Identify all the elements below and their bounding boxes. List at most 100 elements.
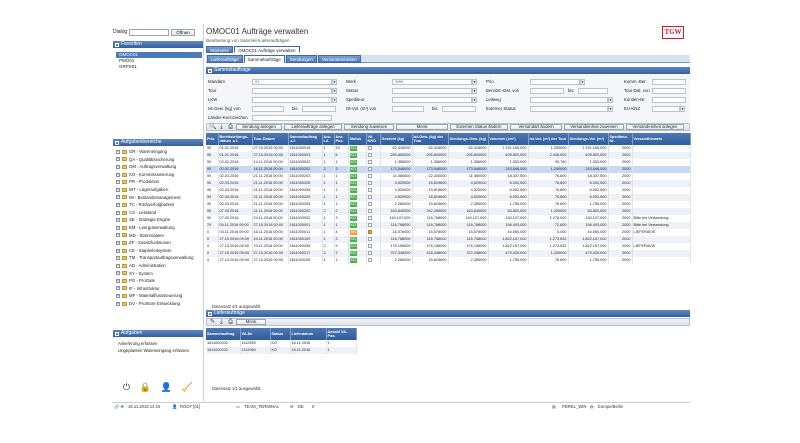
menu-button[interactable]: Menü: [396, 124, 448, 130]
tab-versandeinheiten[interactable]: Versandeinheiten: [317, 55, 361, 63]
tab-sammelauftraege[interactable]: Sammelaufträge: [243, 55, 285, 63]
chevron-down-icon[interactable]: ▾: [472, 87, 477, 94]
tree-item[interactable]: + MD - Stammdaten: [116, 232, 202, 240]
checkbox[interactable]: [367, 251, 372, 255]
expand-icon[interactable]: +: [116, 248, 120, 253]
tasks-header[interactable]: − Aufgaben: [113, 330, 203, 337]
checkbox[interactable]: [367, 223, 372, 227]
checkbox[interactable]: [367, 244, 372, 248]
tree-item[interactable]: + MF - Materialflusssteuerung: [116, 292, 202, 300]
tree-item[interactable]: + AD - Administration: [116, 262, 202, 270]
expand-icon[interactable]: +: [116, 149, 120, 154]
expand-icon[interactable]: +: [116, 180, 120, 185]
checkbox[interactable]: [367, 188, 372, 192]
table-row[interactable]: 90 01.01.2016 27.10.2016 00:00 1611000018 1 1…: [206, 145, 691, 152]
column-header[interactable]: Anzahl VA-Pos.: [326, 328, 357, 340]
tour-field[interactable]: [252, 87, 332, 94]
tab-omoc01[interactable]: OMOC01 Aufträge verwalten: [234, 46, 300, 53]
column-header[interactable]: Anz. LA: [322, 133, 335, 145]
favorites-header[interactable]: − Favoriten: [113, 41, 203, 48]
bereitst-bis-field[interactable]: [578, 87, 608, 94]
checkbox[interactable]: [367, 258, 372, 262]
expand-icon[interactable]: +: [116, 225, 120, 230]
checkbox[interactable]: [367, 146, 372, 150]
tree-item[interactable]: + EM - Leergutverwaltung: [116, 224, 202, 232]
table-row[interactable]: 0 03.11.2016 09:00 16.11.2016 00:00 1611000…: [206, 229, 691, 236]
collapse-icon[interactable]: −: [115, 140, 119, 145]
expand-icon[interactable]: +: [116, 271, 120, 276]
collapse-icon[interactable]: −: [115, 42, 119, 47]
checkbox[interactable]: [367, 167, 372, 171]
column-header[interactable]: Volumen (cm³): [488, 133, 529, 145]
versandeinheit-zuweisen-button[interactable]: Versandeinheit zuweisen: [564, 124, 624, 130]
tree-item[interactable]: + GR - Wareneingang: [116, 148, 202, 156]
table-row[interactable]: 90 01.01.2016 27.10.2016 00:00 1611000003 1 6…: [206, 152, 691, 159]
tree-item[interactable]: + DV - ProStore Entwicklung: [116, 300, 202, 308]
column-header[interactable]: VA NRO: [366, 133, 381, 145]
expand-icon[interactable]: +: [116, 164, 120, 169]
table-row[interactable]: 0 27.10.2016 09:00 27.10.2016 00:00 1611000…: [206, 250, 691, 257]
task-item[interactable]: Ungeplanten Wareneingang erfassen: [116, 347, 202, 354]
expand-icon[interactable]: +: [116, 187, 120, 192]
tree-item[interactable]: + QA - Qualitätssicherung: [116, 156, 202, 164]
tree-item[interactable]: + PR - Produktion: [116, 178, 202, 186]
tree-item[interactable]: + CS - Leitstand: [116, 209, 202, 217]
collapse-icon[interactable]: −: [208, 311, 212, 316]
tree-item[interactable]: + CE - Staplerleitsystem: [116, 247, 202, 255]
favorite-item[interactable]: GRPS01: [116, 64, 202, 70]
collapse-icon[interactable]: −: [115, 331, 119, 336]
checkbox[interactable]: [367, 237, 372, 241]
tree-item[interactable]: + TC - Rückverfolgbarkeit: [116, 201, 202, 209]
expand-icon[interactable]: +: [116, 286, 120, 291]
tab-sendungen[interactable]: Sendungen: [285, 55, 317, 63]
tree-item[interactable]: + TM - Transportauftragsverwaltung: [116, 254, 202, 262]
pencil-icon[interactable]: ✎: [209, 319, 216, 325]
open-button[interactable]: Öffnen: [171, 28, 195, 36]
lock-icon[interactable]: 🔒: [140, 382, 151, 392]
tab-lieferauftraege[interactable]: Lieferaufträge: [207, 55, 243, 63]
komm-ber-field[interactable]: [652, 78, 686, 85]
expand-icon[interactable]: +: [116, 210, 120, 215]
table-row[interactable]: 0 27.10.2016 09:00 27.10.2016 00:00 1611000…: [206, 257, 691, 264]
ist-vol-bis-field[interactable]: [442, 105, 476, 112]
column-header[interactable]: Ist-Gew. (kg) der Tour: [412, 133, 449, 145]
chevron-down-icon[interactable]: ▾: [332, 78, 337, 85]
expand-icon[interactable]: +: [116, 202, 120, 207]
column-header[interactable]: Status: [348, 133, 367, 145]
column-header[interactable]: VA-Nr.: [240, 328, 271, 340]
export-icon[interactable]: ⤓: [218, 124, 225, 130]
expand-icon[interactable]: +: [116, 157, 120, 162]
column-header[interactable]: Anz. Pos.: [334, 133, 349, 145]
chevron-down-icon[interactable]: ▾: [332, 96, 337, 103]
checkbox[interactable]: [367, 160, 372, 164]
expand-icon[interactable]: +: [116, 256, 120, 261]
expand-icon[interactable]: +: [116, 278, 120, 283]
column-header[interactable]: Prio: [206, 133, 219, 145]
checkbox[interactable]: [367, 216, 372, 220]
delivery-panel-header[interactable]: − Lieferaufträge: [206, 310, 690, 317]
mandant-field[interactable]: 01: [252, 78, 332, 85]
table-row[interactable]: 90 02.03.2016 21.11.2016 00:00 1611000205 1 1…: [206, 180, 691, 187]
table-row[interactable]: 90 02.03.2016 21.11.2016 00:00 1611000209 1 1…: [206, 194, 691, 201]
tour-dat-field[interactable]: [652, 87, 686, 94]
chevron-down-icon[interactable]: ▾: [680, 105, 685, 112]
column-header[interactable]: Sammelauftrag ▲2: [288, 133, 323, 145]
table-row[interactable]: 90 02.03.2016 21.11.2016 00:00 1611000208 1 1…: [206, 187, 691, 194]
versandart-button[interactable]: Versandart ändern: [510, 124, 562, 130]
tree-item[interactable]: + IF - Infrastruktur: [116, 285, 202, 293]
tree-item[interactable]: + IM - Bestandsmanagement: [116, 194, 202, 202]
table-row[interactable]: 90 07.03.2016 24.11.2016 00:00 1611000002 1 3…: [206, 215, 691, 222]
kunden-nr-field[interactable]: [652, 96, 686, 103]
statusbar-language[interactable]: DE: [298, 404, 304, 409]
column-header[interactable]: Tour-Datum: [252, 133, 289, 145]
ext-status-field[interactable]: [530, 105, 608, 112]
filter-panel-header[interactable]: − Sammelaufträge: [206, 67, 690, 74]
chevron-down-icon[interactable]: ▾: [472, 78, 477, 85]
ist-gew-bis-field[interactable]: [302, 105, 336, 112]
tree-item[interactable]: + SE - Strategie Engine: [116, 216, 202, 224]
expand-icon[interactable]: +: [116, 240, 120, 245]
ist-vol-field[interactable]: [392, 105, 424, 112]
tree-item[interactable]: + KO - Kommissionierung: [116, 171, 202, 179]
column-header[interactable]: Sammelauftrag: [206, 328, 241, 340]
task-item[interactable]: Anlieferung erfassen: [116, 340, 202, 347]
